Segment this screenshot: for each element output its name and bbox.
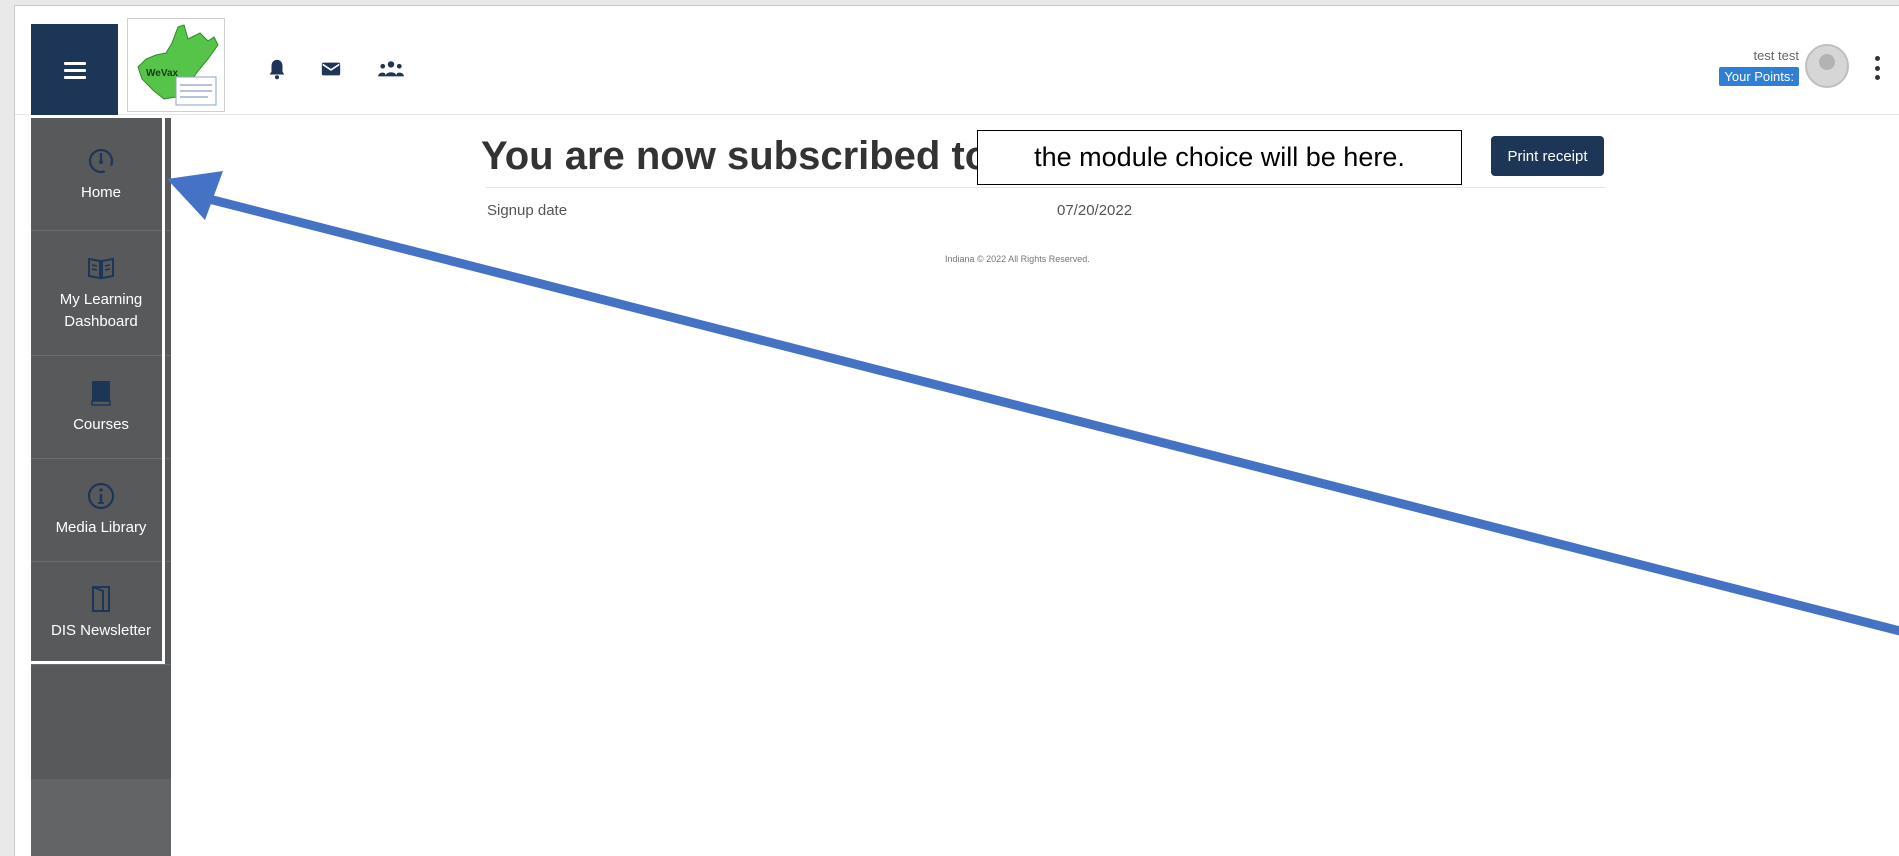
dashboard-icon xyxy=(88,148,114,174)
sidebar-footer-area xyxy=(31,779,171,856)
envelope-icon[interactable] xyxy=(320,58,342,80)
divider xyxy=(486,187,1605,188)
wv-map-logo-icon: WeVax xyxy=(137,24,219,106)
sidebar-item-dis-newsletter[interactable]: DIS Newsletter xyxy=(31,562,171,665)
menu-button[interactable] xyxy=(31,24,118,116)
bell-icon[interactable] xyxy=(266,58,288,80)
sidebar-item-label: Media Library xyxy=(55,519,147,536)
hamburger-icon xyxy=(63,58,86,83)
sidebar-item-label: DIS Newsletter xyxy=(50,622,152,639)
user-avatar[interactable] xyxy=(1805,44,1849,88)
info-icon xyxy=(87,482,115,510)
sidebar-item-home[interactable]: Home xyxy=(31,118,171,231)
print-receipt-button[interactable]: Print receipt xyxy=(1491,136,1604,176)
sidebar-item-media-library[interactable]: Media Library xyxy=(31,459,171,562)
app-frame: WeVax test test Your Points: Home My Lea… xyxy=(14,5,1899,856)
points-badge[interactable]: Your Points: xyxy=(1719,67,1799,86)
wevax-logo[interactable]: WeVax xyxy=(127,18,225,112)
sidebar-item-label: Courses xyxy=(73,416,129,433)
sidebar: Home My Learning Dashboard Courses Media… xyxy=(28,115,171,856)
page-title: You are now subscribed to xyxy=(481,134,990,178)
footer-copyright: Indiana © 2022 All Rights Reserved. xyxy=(945,254,1090,264)
sidebar-item-courses[interactable]: Courses xyxy=(31,356,171,459)
users-icon[interactable] xyxy=(377,58,405,80)
top-bar: WeVax test test Your Points: xyxy=(15,6,1899,116)
sidebar-item-label: My Learning Dashboard xyxy=(59,291,143,330)
sidebar-item-my-learning-dashboard[interactable]: My Learning Dashboard xyxy=(31,231,171,356)
signup-date-value: 07/20/2022 xyxy=(1057,202,1133,219)
door-icon xyxy=(92,585,110,612)
book-icon xyxy=(91,381,111,406)
module-choice-callout: the module choice will be here. xyxy=(977,130,1462,185)
signup-date-label: Signup date xyxy=(487,202,568,219)
sidebar-item-label: Home xyxy=(80,184,121,201)
open-book-icon xyxy=(88,257,114,280)
more-vertical-icon[interactable] xyxy=(1873,56,1881,80)
svg-text:WeVax: WeVax xyxy=(146,68,178,79)
user-name[interactable]: test test xyxy=(1753,48,1799,63)
